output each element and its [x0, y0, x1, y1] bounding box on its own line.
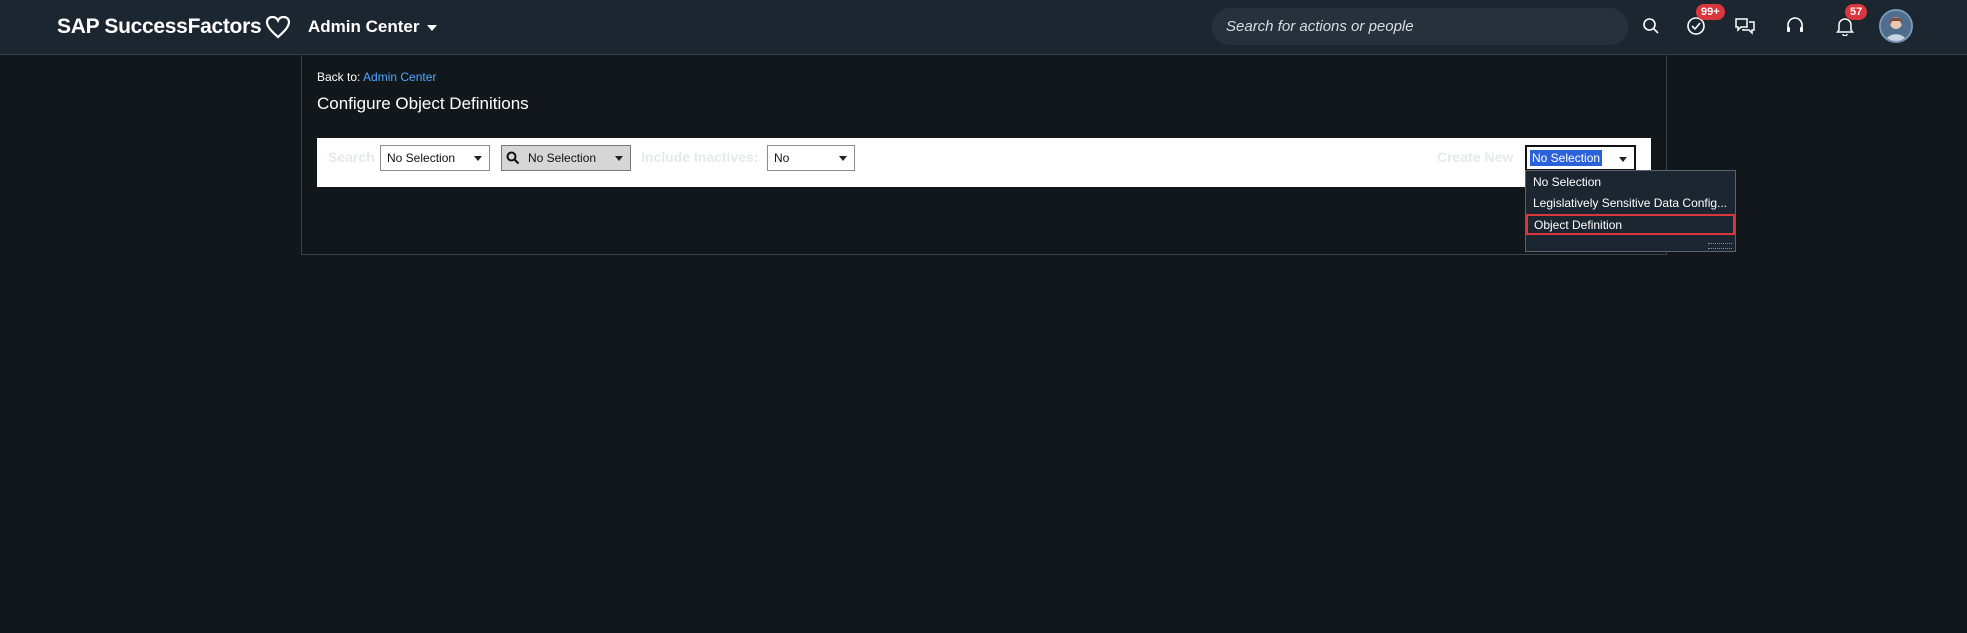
- create-new-dropdown-list: No Selection Legislatively Sensitive Dat…: [1525, 170, 1736, 252]
- include-inactives-select[interactable]: No: [767, 145, 855, 171]
- page-title: Configure Object Definitions: [317, 94, 529, 113]
- todo-button[interactable]: 99+: [1682, 4, 1725, 40]
- dropdown-option-legislatively-sensitive-data-config[interactable]: Legislatively Sensitive Data Config...: [1526, 193, 1735, 214]
- search-object-value: No Selection: [528, 151, 597, 165]
- top-navigation-bar: SAP SuccessFactors Admin Center 99+: [0, 0, 1967, 55]
- breadcrumb-link-admin-center[interactable]: Admin Center: [363, 70, 436, 84]
- search-object-select[interactable]: No Selection: [501, 145, 631, 171]
- search-icon: [506, 151, 520, 165]
- sap-successfactors-logo[interactable]: SAP SuccessFactors: [57, 12, 291, 42]
- search-button[interactable]: [1637, 12, 1665, 40]
- dropdown-arrow-icon: [615, 156, 623, 161]
- include-inactives-label: Include Inactives:: [641, 149, 759, 165]
- include-inactives-value: No: [774, 151, 790, 165]
- breadcrumb-prefix: Back to:: [317, 70, 361, 84]
- dropdown-option-no-selection[interactable]: No Selection: [1526, 172, 1735, 193]
- admin-center-menu-label: Admin Center: [308, 17, 420, 36]
- create-new-select[interactable]: No Selection: [1525, 145, 1636, 171]
- global-search-box[interactable]: [1212, 8, 1628, 45]
- heart-icon: [266, 15, 291, 39]
- resize-grip-icon[interactable]: [1708, 243, 1732, 249]
- headset-icon: [1787, 17, 1803, 32]
- dropdown-arrow-icon: [474, 156, 482, 161]
- global-search-input[interactable]: [1224, 17, 1628, 36]
- profile-photo-icon: [1881, 11, 1911, 41]
- search-type-value: No Selection: [387, 151, 456, 165]
- notification-badge: 57: [1845, 4, 1868, 20]
- admin-center-menu[interactable]: Admin Center: [308, 14, 438, 40]
- feedback-button[interactable]: [1731, 12, 1759, 40]
- support-button[interactable]: [1781, 12, 1809, 40]
- chevron-down-icon: [427, 25, 438, 31]
- create-new-label: Create New: [1437, 149, 1514, 165]
- search-type-select[interactable]: No Selection: [380, 145, 490, 171]
- dropdown-arrow-icon: [839, 156, 847, 161]
- user-avatar[interactable]: [1879, 9, 1913, 43]
- search-icon: [1643, 18, 1659, 34]
- dropdown-arrow-icon: [1619, 157, 1627, 162]
- todo-badge: 99+: [1696, 4, 1725, 20]
- logo-text: SAP SuccessFactors: [57, 15, 262, 38]
- create-new-value: No Selection: [1530, 150, 1603, 166]
- search-label: Search: [328, 149, 375, 165]
- notifications-button[interactable]: 57: [1831, 4, 1868, 40]
- dropdown-option-object-definition[interactable]: Object Definition: [1526, 214, 1735, 235]
- chat-bubbles-icon: [1735, 18, 1755, 35]
- breadcrumb: Back to: Admin Center: [317, 70, 436, 84]
